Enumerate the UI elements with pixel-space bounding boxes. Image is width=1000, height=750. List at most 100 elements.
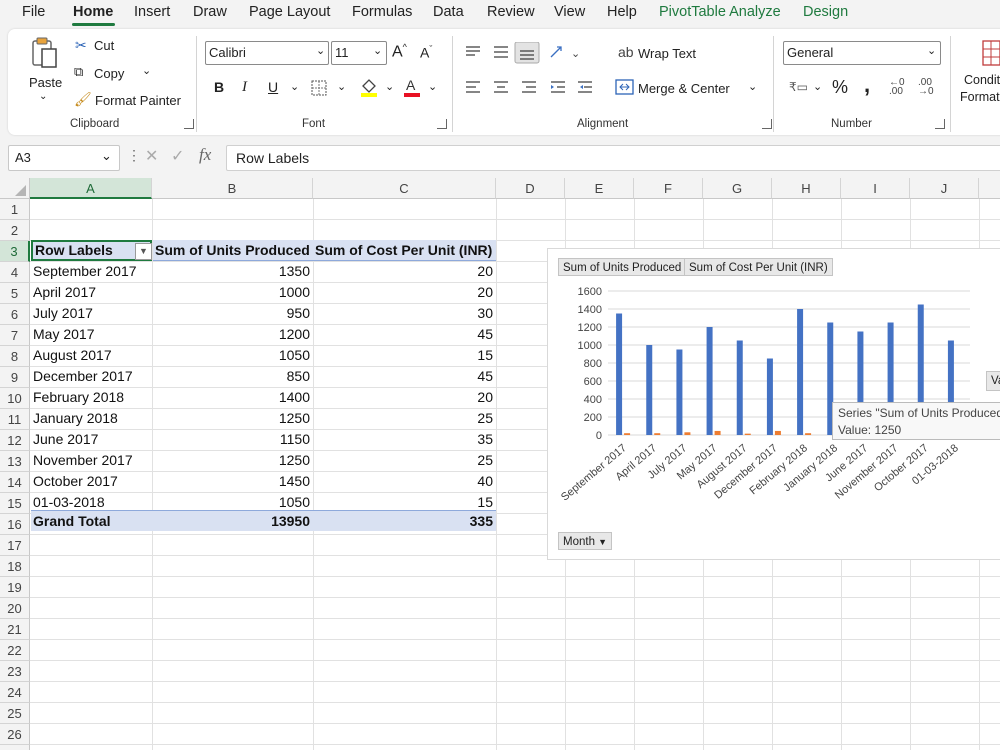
bar-cost-per-unit[interactable] (624, 433, 631, 435)
comma-button[interactable]: , (864, 72, 870, 98)
pivot-cell-units[interactable]: 950 (153, 303, 313, 324)
font-name-select[interactable]: Calibri ⌄ (205, 41, 329, 65)
row-header-9[interactable]: 9 (0, 367, 30, 388)
percent-button[interactable]: % (832, 77, 848, 98)
chevron-down-icon[interactable]: ⌄ (428, 80, 437, 93)
cut-button[interactable]: Cut (94, 38, 114, 53)
bar-cost-per-unit[interactable] (774, 430, 781, 435)
pivot-cell-cost[interactable]: 40 (313, 471, 496, 492)
column-header-partial[interactable] (979, 178, 1000, 199)
underline-dropdown-icon[interactable]: ⌄ (290, 80, 299, 93)
number-launcher-icon[interactable] (935, 119, 945, 129)
underline-button[interactable]: U (268, 79, 278, 95)
pivot-cell-units[interactable]: 850 (153, 366, 313, 387)
paste-button[interactable] (30, 36, 60, 72)
row-header-6[interactable]: 6 (0, 304, 30, 325)
row-header-16[interactable]: 16 (0, 514, 30, 535)
column-header-c[interactable]: C (313, 178, 496, 199)
pivot-cell-label[interactable]: August 2017 (31, 345, 153, 366)
menu-file[interactable]: File (22, 4, 45, 20)
column-header-e[interactable]: E (565, 178, 634, 199)
pivot-header-row-labels[interactable]: Row Labels ▼ (31, 240, 152, 261)
formula-input[interactable]: Row Labels (226, 145, 1000, 171)
bar-units-produced[interactable] (797, 309, 804, 435)
chevron-down-icon[interactable]: ⌄ (337, 80, 346, 93)
menu-view[interactable]: View (554, 4, 585, 20)
pivot-cell-units[interactable]: 1250 (153, 450, 313, 471)
pivot-cell-cost[interactable]: 45 (313, 366, 496, 387)
bold-button[interactable]: B (214, 79, 224, 95)
menu-draw[interactable]: Draw (193, 4, 227, 20)
column-header-h[interactable]: H (772, 178, 841, 199)
row-header-3[interactable]: 3 (0, 241, 30, 262)
enter-check-icon[interactable]: ✓ (171, 146, 184, 166)
bar-cost-per-unit[interactable] (714, 430, 721, 435)
bar-units-produced[interactable] (616, 313, 623, 436)
copy-button[interactable]: Copy (94, 66, 124, 81)
chevron-down-icon[interactable]: ⌄ (385, 80, 394, 93)
row-header-17[interactable]: 17 (0, 535, 30, 556)
menu-insert[interactable]: Insert (134, 4, 170, 20)
grand-total-label[interactable]: Grand Total (31, 510, 153, 531)
pivot-cell-label[interactable]: April 2017 (31, 282, 153, 303)
row-header-5[interactable]: 5 (0, 283, 30, 304)
clipboard-launcher-icon[interactable] (184, 119, 194, 129)
pivot-cell-label[interactable]: February 2018 (31, 387, 153, 408)
pivot-cell-cost[interactable]: 20 (313, 387, 496, 408)
font-size-select[interactable]: 11 ⌄ (331, 41, 387, 65)
pivot-cell-units[interactable]: 1350 (153, 261, 313, 282)
conditional-formatting-icon[interactable] (982, 40, 1000, 66)
alignment-launcher-icon[interactable] (762, 119, 772, 129)
pivot-cell-cost[interactable]: 20 (313, 282, 496, 303)
row-header-23[interactable]: 23 (0, 661, 30, 682)
pivot-cell-label[interactable]: September 2017 (31, 261, 153, 282)
row-header-15[interactable]: 15 (0, 493, 30, 514)
merge-center-button[interactable]: Merge & Center (638, 81, 730, 96)
pivot-cell-label[interactable]: November 2017 (31, 450, 153, 471)
select-all-corner[interactable] (0, 178, 30, 199)
wrap-text-button[interactable]: Wrap Text (638, 46, 696, 61)
pivot-header-cost[interactable]: Sum of Cost Per Unit (INR) (313, 240, 496, 261)
column-header-a[interactable]: A (30, 178, 152, 199)
row-header-19[interactable]: 19 (0, 577, 30, 598)
filter-dropdown-icon[interactable]: ▼ (135, 243, 152, 260)
bar-cost-per-unit[interactable] (654, 433, 661, 435)
menu-help[interactable]: Help (607, 4, 637, 20)
values-field-button[interactable]: Va (986, 371, 1000, 391)
chevron-down-icon[interactable]: ⌄ (748, 80, 757, 93)
row-header-20[interactable]: 20 (0, 598, 30, 619)
row-header-11[interactable]: 11 (0, 409, 30, 430)
row-header-7[interactable]: 7 (0, 325, 30, 346)
pivot-cell-label[interactable]: May 2017 (31, 324, 153, 345)
pivot-cell-cost[interactable]: 25 (313, 450, 496, 471)
cancel-icon[interactable]: ✕ (145, 146, 158, 166)
row-header-18[interactable]: 18 (0, 556, 30, 577)
row-header-27[interactable]: 27 (0, 745, 30, 750)
column-header-b[interactable]: B (152, 178, 313, 199)
pivot-cell-units[interactable]: 1200 (153, 324, 313, 345)
pivot-cell-units[interactable]: 1250 (153, 408, 313, 429)
grand-total-units[interactable]: 13950 (153, 510, 313, 531)
fill-color-icon[interactable] (359, 77, 379, 97)
row-header-8[interactable]: 8 (0, 346, 30, 367)
pivot-cell-label[interactable]: October 2017 (31, 471, 153, 492)
number-format-select[interactable]: General ⌄ (783, 41, 941, 65)
column-header-g[interactable]: G (703, 178, 772, 199)
bar-units-produced[interactable] (676, 349, 683, 436)
pivot-header-units[interactable]: Sum of Units Produced (153, 240, 313, 261)
pivot-cell-cost[interactable]: 30 (313, 303, 496, 324)
italic-button[interactable]: I (242, 79, 247, 96)
row-header-26[interactable]: 26 (0, 724, 30, 745)
row-header-22[interactable]: 22 (0, 640, 30, 661)
pivot-cell-cost[interactable]: 15 (313, 345, 496, 366)
row-header-10[interactable]: 10 (0, 388, 30, 409)
menu-pivottable-analyze[interactable]: PivotTable Analyze (659, 4, 781, 20)
borders-icon[interactable] (311, 80, 329, 96)
bar-cost-per-unit[interactable] (805, 433, 812, 435)
pivot-cell-label[interactable]: January 2018 (31, 408, 153, 429)
decrease-decimal-icon[interactable]: .00 →0 (918, 78, 934, 97)
menu-formulas[interactable]: Formulas (352, 4, 412, 20)
copy-dropdown-icon[interactable]: ⌄ (142, 64, 151, 77)
row-header-1[interactable]: 1 (0, 199, 30, 220)
menu-page-layout[interactable]: Page Layout (249, 4, 330, 20)
